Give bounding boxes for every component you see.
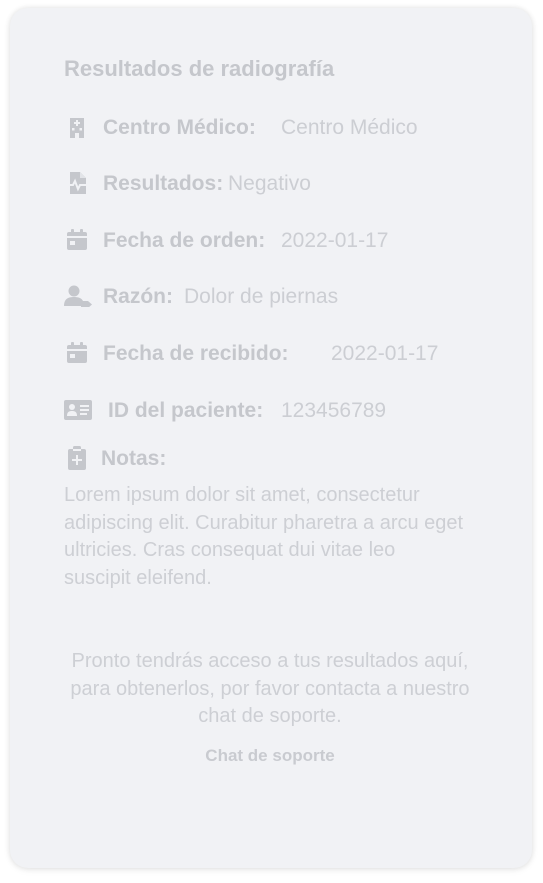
results-card: Resultados de radiografía Centro Médico:… (10, 8, 532, 868)
user-reason-icon (64, 283, 94, 309)
field-label: Fecha de recibido: (103, 342, 289, 365)
medical-file-icon (64, 170, 90, 196)
calendar-icon (64, 227, 90, 253)
hospital-icon (64, 114, 90, 140)
field-value: 2022-01-17 (331, 342, 439, 365)
field-label: Notas: (101, 447, 167, 470)
page-title: Resultados de radiografía (64, 56, 335, 81)
field-value: Centro Médico (281, 116, 418, 139)
field-label: Resultados: (103, 172, 224, 195)
field-value: Dolor de piernas (184, 285, 339, 308)
info-message: Pronto tendrás acceso a tus resultados a… (70, 650, 470, 727)
clipboard-plus-icon (64, 445, 90, 471)
field-label: Razón: (103, 285, 173, 308)
field-label: ID del paciente: (108, 399, 264, 422)
field-value: Negativo (228, 172, 311, 195)
field-value: 2022-01-17 (281, 229, 389, 252)
field-value: 123456789 (281, 399, 387, 422)
notes-text: Lorem ipsum dolor sit amet, consectetur … (64, 484, 464, 589)
support-chat-link[interactable]: Chat de soporte (170, 746, 370, 766)
calendar-icon (64, 340, 90, 366)
id-card-icon (64, 397, 92, 423)
field-label: Centro Médico: (103, 116, 256, 139)
field-label: Fecha de orden: (103, 229, 266, 252)
